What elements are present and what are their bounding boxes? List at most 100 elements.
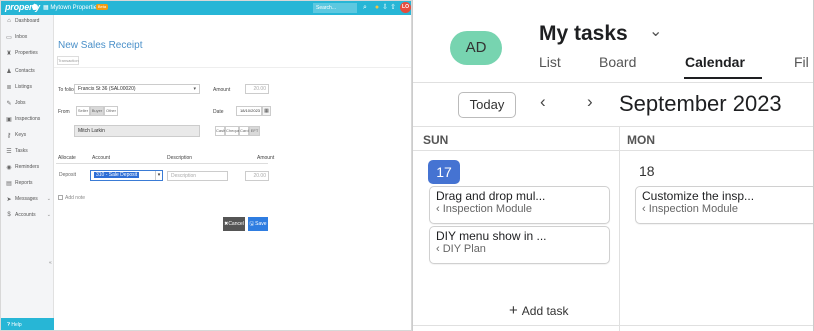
- from-option-buyer[interactable]: Buyer: [90, 106, 104, 116]
- tab-list[interactable]: List: [539, 54, 561, 70]
- to-folio-label: To folio: [58, 87, 74, 93]
- row-amount-field[interactable]: 20.00: [245, 171, 269, 181]
- sidebar-item-label: Reminders: [15, 164, 40, 170]
- screenshot-composite: property ▦ Mytown Properties ▾ Beta Sear…: [0, 0, 814, 331]
- key-icon: ⚷: [6, 132, 12, 139]
- payment-card[interactable]: Card: [239, 126, 249, 136]
- save-icon: 🖫︎: [249, 221, 254, 227]
- sidebar-item-properties[interactable]: ♜ Properties: [1, 47, 54, 59]
- from-option-other[interactable]: Other: [104, 106, 118, 116]
- sidebar-item-dashboard[interactable]: ⌂ Dashboard: [1, 15, 54, 27]
- amount-header: Amount: [257, 155, 275, 161]
- payment-cheque[interactable]: Cheque: [225, 126, 240, 136]
- from-option-seller[interactable]: Seller: [76, 106, 90, 116]
- sidebar-item-jobs[interactable]: ✎ Jobs: [1, 97, 54, 109]
- tasks-icon: ☰: [6, 148, 12, 155]
- chevron-down-icon: ▾: [193, 86, 196, 92]
- account-select[interactable]: 310 - Sale Deposit ▾: [90, 170, 163, 181]
- add-note-checkbox[interactable]: [58, 195, 63, 200]
- task-card[interactable]: DIY menu show in ... ‹ DIY Plan: [429, 226, 610, 264]
- task-project: ‹ Inspection Module: [642, 203, 738, 215]
- download-icon[interactable]: ⇩: [381, 3, 389, 12]
- contacts-icon: ♟: [6, 68, 12, 75]
- task-card[interactable]: Drag and drop mul... ‹ Inspection Module: [429, 186, 610, 224]
- save-button[interactable]: 🖫︎ Save: [248, 217, 268, 231]
- chevron-down-icon[interactable]: ⌄: [649, 21, 662, 41]
- date-field[interactable]: 18/10/2023: [236, 106, 262, 116]
- sidebar-item-tasks[interactable]: ☰ Tasks: [1, 145, 54, 157]
- month-title: September 2023: [619, 91, 782, 116]
- clipboard-icon: ▣: [6, 116, 12, 123]
- sidebar-item-inbox[interactable]: ▭ Inbox: [1, 31, 54, 43]
- sidebar-item-reports[interactable]: ▤ Reports: [1, 177, 54, 189]
- chevron-down-icon: ▾: [155, 171, 162, 180]
- listings-icon: ≣: [6, 84, 12, 91]
- today-date-badge[interactable]: 17: [428, 160, 460, 184]
- task-title: DIY menu show in ...: [436, 229, 547, 243]
- day-of-week-mon: MON: [627, 133, 655, 147]
- sidebar-item-contacts[interactable]: ♟ Contacts: [1, 65, 54, 77]
- beta-badge: Beta: [96, 4, 108, 10]
- divider: [54, 67, 411, 68]
- tasks-app-window: AD My tasks ⌄ List Board Calendar Fil To…: [412, 0, 814, 331]
- task-card[interactable]: Customize the insp... ‹ Inspection Modul…: [635, 186, 813, 224]
- sidebar-item-label: Tasks: [15, 148, 28, 154]
- search-icon[interactable]: ⌕: [361, 3, 369, 12]
- notification-icon[interactable]: ●: [373, 3, 381, 12]
- user-avatar[interactable]: LO: [400, 2, 411, 13]
- logo-dot-icon: [32, 4, 38, 10]
- property-app-window: property ▦ Mytown Properties ▾ Beta Sear…: [0, 0, 412, 331]
- send-icon: ➤: [6, 196, 12, 203]
- amount-field[interactable]: 20.00: [245, 84, 269, 94]
- task-project: ‹ DIY Plan: [436, 243, 486, 255]
- sidebar-item-keys[interactable]: ⚷ Keys: [1, 129, 54, 141]
- avatar[interactable]: AD: [450, 31, 502, 65]
- to-folio-select[interactable]: Francis St 36 (SAL00020) ▾: [74, 84, 200, 94]
- sidebar-item-accounts[interactable]: $ Accounts ⌄: [1, 209, 54, 221]
- inbox-icon: ▭: [6, 34, 12, 41]
- upload-icon[interactable]: ⇧: [389, 3, 397, 12]
- next-month-icon[interactable]: ›: [587, 92, 593, 112]
- money-icon: $: [7, 212, 11, 218]
- help-button[interactable]: ❓︎ Help: [1, 318, 54, 330]
- day-number[interactable]: 18: [639, 163, 655, 179]
- add-task-button[interactable]: + Add task: [509, 302, 568, 319]
- previous-month-icon[interactable]: ‹: [540, 92, 546, 112]
- account-header: Account: [92, 155, 111, 161]
- calendar-top-divider: [413, 126, 813, 127]
- tab-board[interactable]: Board: [599, 54, 636, 70]
- description-header: Description: [167, 155, 193, 161]
- home-icon: ⌂: [7, 18, 11, 24]
- task-title: Drag and drop mul...: [436, 189, 546, 203]
- today-button[interactable]: Today: [458, 92, 516, 118]
- allocate-header: Allocate: [58, 155, 76, 161]
- from-label: From: [58, 109, 70, 115]
- sidebar-item-label: Inspections: [15, 116, 41, 122]
- main-content: New Sales Receipt Transaction To folio F…: [54, 15, 411, 330]
- task-project: ‹ Inspection Module: [436, 203, 532, 215]
- cancel-button[interactable]: ✖Cancel: [223, 217, 245, 231]
- task-title: Customize the insp...: [642, 189, 755, 203]
- sidebar-item-label: Reports: [15, 180, 33, 186]
- sidebar-item-label: Keys: [15, 132, 27, 138]
- payment-eft[interactable]: EFT: [249, 126, 260, 136]
- save-label: Save: [255, 221, 267, 227]
- page-title: New Sales Receipt: [58, 40, 143, 51]
- description-input[interactable]: Description: [167, 171, 228, 181]
- tab-files[interactable]: Fil: [794, 54, 809, 70]
- tab-calendar[interactable]: Calendar: [685, 54, 745, 70]
- contact-field[interactable]: Mitch Larkin: [74, 125, 200, 137]
- building-icon: ♜: [6, 50, 12, 57]
- tab-transaction[interactable]: Transaction: [57, 56, 79, 65]
- sidebar-item-messages[interactable]: ➤ Messages ⌄: [1, 193, 54, 205]
- add-note-label: Add note: [65, 195, 86, 201]
- amount-label: Amount: [213, 87, 231, 93]
- calendar-icon[interactable]: ▦: [262, 106, 271, 116]
- search-input[interactable]: Search...: [313, 3, 357, 13]
- sidebar-item-reminders[interactable]: ◉ Reminders: [1, 161, 54, 173]
- sidebar-item-inspections[interactable]: ▣ Inspections: [1, 113, 54, 125]
- sidebar-item-listings[interactable]: ≣ Listings: [1, 81, 54, 93]
- payment-cash[interactable]: Cash: [215, 126, 225, 136]
- collapse-sidebar-icon[interactable]: «: [49, 260, 52, 266]
- sidebar-item-label: Contacts: [15, 68, 35, 74]
